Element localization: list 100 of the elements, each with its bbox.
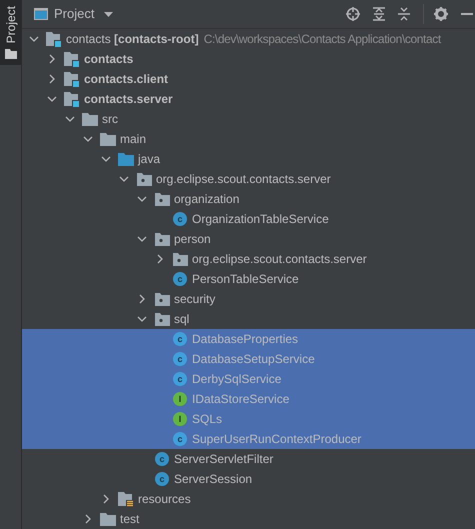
class-icon: c [173,272,187,286]
tree-row[interactable]: test [22,509,475,529]
node-label: IDataStoreService [192,391,290,408]
package-icon [154,192,170,206]
folder-icon [4,49,16,60]
node-path: C:\dev\workspaces\Contacts Application\contact [204,31,441,48]
chevron-right-icon[interactable] [103,494,109,504]
chevron-down-icon[interactable] [65,116,75,122]
tree-row[interactable]: c SuperUserRunContextProducer [22,429,475,449]
node-label: org.eclipse.scout.contacts.server [192,251,367,268]
node-label: java [138,151,160,168]
class-icon: c [155,452,169,466]
node-label: contacts.server [84,91,173,108]
class-icon: c [173,432,187,446]
tree-row[interactable]: c ServerServletFilter [22,449,475,469]
tree-row[interactable]: c OrganizationTableService [22,209,475,229]
node-label: DatabaseSetupService [192,351,315,368]
class-icon: c [173,372,187,386]
tree-row[interactable]: organization [22,189,475,209]
package-icon [154,292,170,306]
tool-window-title[interactable]: Project [54,4,94,24]
interface-icon: I [173,412,187,426]
project-tool-tab[interactable]: Project [0,0,21,66]
chevron-right-icon[interactable] [139,294,145,304]
node-label: contacts [84,51,134,68]
module-folder-icon [64,52,80,66]
settings-icon[interactable] [434,7,448,21]
tree-row[interactable]: contacts [contacts-root] C:\dev\workspaces\Contacts Application\contact [22,29,475,49]
resources-folder-icon [118,492,134,506]
tree-row[interactable]: c ServerSession [22,469,475,489]
tree-row[interactable]: contacts.server [22,89,475,109]
tree-row[interactable]: src [22,109,475,129]
expand-all-icon[interactable] [373,7,385,21]
tree-row[interactable]: person [22,229,475,249]
tree-row[interactable]: I IDataStoreService [22,389,475,409]
node-label: test [120,511,140,528]
chevron-down-icon[interactable] [119,176,129,182]
tree-row[interactable]: sql [22,309,475,329]
tree-row[interactable]: c DerbySqlService [22,369,475,389]
node-label: person [174,231,211,248]
package-icon [172,252,188,266]
class-icon: c [155,472,169,486]
chevron-right-icon[interactable] [85,514,91,524]
tree-row[interactable]: org.eclipse.scout.contacts.server [22,169,475,189]
tree-row[interactable]: security [22,289,475,309]
node-label: sql [174,311,190,328]
locate-icon[interactable] [346,7,360,21]
chevron-down-icon[interactable] [29,36,39,42]
node-label: DerbySqlService [192,371,282,388]
chevron-down-icon[interactable] [137,316,147,322]
node-label: resources [138,491,191,508]
window-icon [34,8,48,20]
tree-row[interactable]: org.eclipse.scout.contacts.server [22,249,475,269]
chevron-down-icon[interactable] [137,196,147,202]
dropdown-caret-icon[interactable] [104,12,114,16]
node-label: ServerSession [174,471,252,488]
folder-icon [100,132,116,146]
tree-row[interactable]: resources [22,489,475,509]
node-label: src [102,111,118,128]
module-folder-icon [64,72,80,86]
chevron-down-icon[interactable] [137,236,147,242]
node-label: ServerServletFilter [174,451,274,468]
folder-icon [100,512,116,526]
interface-icon: I [173,392,187,406]
node-label: PersonTableService [192,271,299,288]
class-icon: c [173,212,187,226]
chevron-right-icon[interactable] [157,254,163,264]
node-label: contacts.client [84,71,168,88]
chevron-right-icon[interactable] [49,54,55,64]
package-icon [136,172,152,186]
class-icon: c [173,352,187,366]
node-label: DatabaseProperties [192,331,298,348]
tree-row[interactable]: c DatabaseProperties [22,329,475,349]
class-icon: c [173,332,187,346]
collapse-all-icon[interactable] [398,7,410,21]
node-label: SuperUserRunContextProducer [192,431,362,448]
package-icon [154,312,170,326]
node-label: contacts [contacts-root] [66,31,199,48]
module-folder-icon [46,32,62,46]
chevron-down-icon[interactable] [47,96,57,102]
node-label: SQLs [192,411,222,428]
project-tab-label: Project [4,6,18,44]
tree-row[interactable]: c DatabaseSetupService [22,349,475,369]
tree-row[interactable]: contacts.client [22,69,475,89]
node-label: organization [174,191,240,208]
package-icon [154,232,170,246]
chevron-right-icon[interactable] [49,74,55,84]
node-label: main [120,131,146,148]
node-label: org.eclipse.scout.contacts.server [156,171,331,188]
tree-row[interactable]: I SQLs [22,409,475,429]
folder-icon [118,152,134,166]
module-folder-icon [64,92,80,106]
chevron-down-icon[interactable] [101,156,111,162]
node-label: security [174,291,216,308]
tree-row[interactable]: main [22,129,475,149]
tree-row[interactable]: java [22,149,475,169]
chevron-down-icon[interactable] [83,136,93,142]
tree-row[interactable]: contacts [22,49,475,69]
node-label: OrganizationTableService [192,211,329,228]
tree-row[interactable]: c PersonTableService [22,269,475,289]
